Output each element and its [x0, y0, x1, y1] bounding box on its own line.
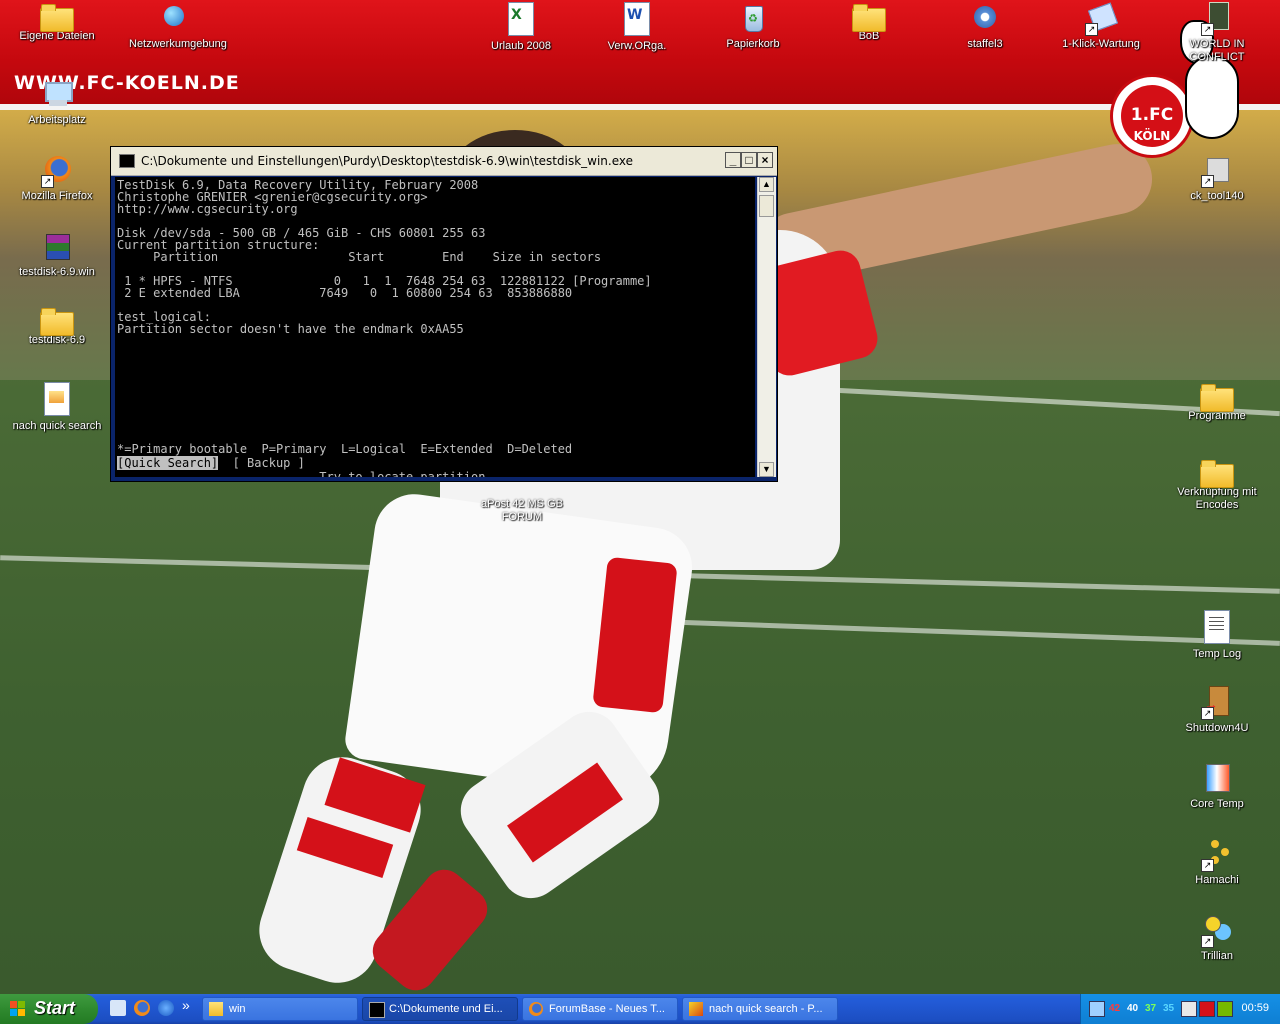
- taskbar-button-testdisk[interactable]: C:\Dokumente und Ei...: [362, 997, 518, 1021]
- desktop-icon-core-temp[interactable]: Core Temp: [1172, 762, 1262, 811]
- desktop-icon-verw-orga[interactable]: W Verw.ORga.: [592, 2, 682, 53]
- console-title: C:\Dokumente und Einstellungen\Purdy\Des…: [141, 154, 633, 168]
- desktop-icon-testdisk-win-archive[interactable]: testdisk-6.9.win: [12, 230, 102, 279]
- excel-file-icon: X: [508, 2, 534, 36]
- clock: 00:59: [1241, 1002, 1269, 1014]
- scroll-thumb[interactable]: [759, 195, 774, 217]
- network-tray-icon[interactable]: [1089, 1001, 1105, 1017]
- paint-icon: [689, 1002, 703, 1016]
- desktop-icon-mozilla-firefox[interactable]: ↗ Mozilla Firefox: [12, 154, 102, 203]
- desktop-icon-netzwerkumgebung[interactable]: Netzwerkumgebung: [129, 2, 227, 51]
- desktop-icon-trillian[interactable]: ↗ Trillian: [1172, 914, 1262, 963]
- desktop-icon-papierkorb[interactable]: ♻ Papierkorb: [708, 2, 798, 51]
- windows-logo-icon: [10, 1001, 26, 1017]
- desktop-icon-arbeitsplatz[interactable]: Arbeitsplatz: [12, 78, 102, 127]
- desktop-icon-programme[interactable]: Programme: [1172, 382, 1262, 423]
- desktop-icon-bob[interactable]: BoB: [824, 2, 914, 43]
- core-temp-3: 37: [1145, 1003, 1157, 1014]
- testdisk-console-window[interactable]: C:\Dokumente und Einstellungen\Purdy\Des…: [110, 146, 778, 482]
- desktop-icon-1-klick-wartung[interactable]: ↗ 1-Klick-Wartung: [1056, 2, 1146, 51]
- my-computer-icon: [41, 78, 73, 110]
- console-icon: [369, 1002, 385, 1018]
- desktop-icon-shutdown4u[interactable]: → ↗ Shutdown4U: [1172, 686, 1262, 735]
- start-button[interactable]: Start: [0, 994, 98, 1024]
- desktop-icon-verknuepfung-encodes[interactable]: Verknüpfung mit Encodes: [1172, 458, 1262, 512]
- recycle-bin-icon: ♻: [737, 2, 769, 34]
- desktop-icon-eigene-dateien[interactable]: Eigene Dateien: [12, 2, 102, 43]
- scroll-down-arrow-icon[interactable]: ▼: [759, 462, 774, 477]
- close-button[interactable]: ×: [757, 152, 773, 168]
- desktop-icon-temp-log[interactable]: Temp Log: [1172, 610, 1262, 661]
- console-hint: Try to locate partition: [117, 470, 486, 477]
- hamachi-icon: ↗: [1201, 838, 1233, 872]
- console-text: TestDisk 6.9, Data Recovery Utility, Feb…: [117, 178, 652, 456]
- maximize-button[interactable]: □: [741, 152, 757, 168]
- antivirus-icon[interactable]: [1199, 1001, 1215, 1017]
- console-title-bar[interactable]: C:\Dokumente und Einstellungen\Purdy\Des…: [111, 147, 777, 176]
- network-icon: [158, 2, 190, 34]
- tool-shortcut-icon: ↗: [1201, 154, 1233, 188]
- firefox-icon[interactable]: [134, 1000, 150, 1016]
- desktop-icon-staffel3[interactable]: staffel3: [940, 2, 1030, 51]
- maintenance-shortcut-icon: ↗: [1085, 2, 1119, 36]
- desktop-icon-hamachi[interactable]: ↗ Hamachi: [1172, 838, 1262, 887]
- volume-icon[interactable]: [1181, 1001, 1197, 1017]
- my-documents-icon: [40, 4, 74, 32]
- console-scrollbar[interactable]: ▲ ▼: [757, 177, 776, 477]
- core-temp-4: 35: [1163, 1003, 1175, 1014]
- trillian-icon: ↗: [1201, 914, 1233, 948]
- show-desktop-icon[interactable]: [110, 1000, 126, 1016]
- game-shortcut-icon: ↗: [1201, 2, 1233, 36]
- system-tray: 42 40 37 35 00:59: [1080, 994, 1280, 1024]
- desktop-icon-urlaub-2008[interactable]: X Urlaub 2008: [476, 2, 566, 53]
- console-output[interactable]: TestDisk 6.9, Data Recovery Utility, Feb…: [115, 177, 755, 477]
- folder-icon: [40, 308, 74, 336]
- desktop-icon-nach-quick-search[interactable]: nach quick search: [12, 382, 102, 433]
- media-player-icon: [969, 2, 1001, 34]
- backup-option[interactable]: [ Backup ]: [218, 456, 305, 470]
- folder-icon: [209, 1002, 223, 1016]
- nvidia-icon[interactable]: [1217, 1001, 1233, 1017]
- desktop-icon-ck-tool140[interactable]: ↗ ck_tool140: [1172, 154, 1262, 203]
- taskbar-button-forumbase[interactable]: ForumBase - Neues T...: [522, 997, 678, 1021]
- firefox-icon: [529, 1002, 543, 1016]
- banner-stripe: [0, 104, 1280, 110]
- core-temp-2: 40: [1127, 1003, 1139, 1014]
- folder-icon: [1200, 384, 1234, 412]
- winrar-archive-icon: [41, 230, 73, 262]
- scroll-up-arrow-icon[interactable]: ▲: [759, 177, 774, 192]
- folder-shortcut-icon: [1200, 460, 1234, 488]
- minimize-button[interactable]: _: [725, 152, 741, 168]
- firefox-icon: ↗: [41, 154, 73, 188]
- desktop-icon-testdisk-folder[interactable]: testdisk-6.9: [12, 306, 102, 347]
- taskbar-button-paint[interactable]: nach quick search - P...: [682, 997, 838, 1021]
- word-file-icon: W: [624, 2, 650, 36]
- image-file-icon: [44, 382, 70, 416]
- browser-icon[interactable]: [158, 1000, 174, 1016]
- core-temp-1: 42: [1109, 1003, 1121, 1014]
- taskbar-button-win[interactable]: win: [202, 997, 358, 1021]
- desktop-icon-world-in-conflict[interactable]: ↗ WORLD IN CONFLICT: [1172, 2, 1262, 64]
- shutdown-shortcut-icon: → ↗: [1201, 686, 1233, 720]
- text-file-icon: [1204, 610, 1230, 644]
- console-icon: [119, 154, 135, 168]
- thermometer-icon: [1201, 762, 1233, 794]
- folder-icon: [852, 4, 886, 32]
- taskbar: Start » win C:\Dokumente und Ei... Forum…: [0, 994, 1280, 1024]
- quicklaunch-more-icon[interactable]: »: [182, 997, 190, 1013]
- quick-search-option[interactable]: [Quick Search]: [117, 456, 219, 470]
